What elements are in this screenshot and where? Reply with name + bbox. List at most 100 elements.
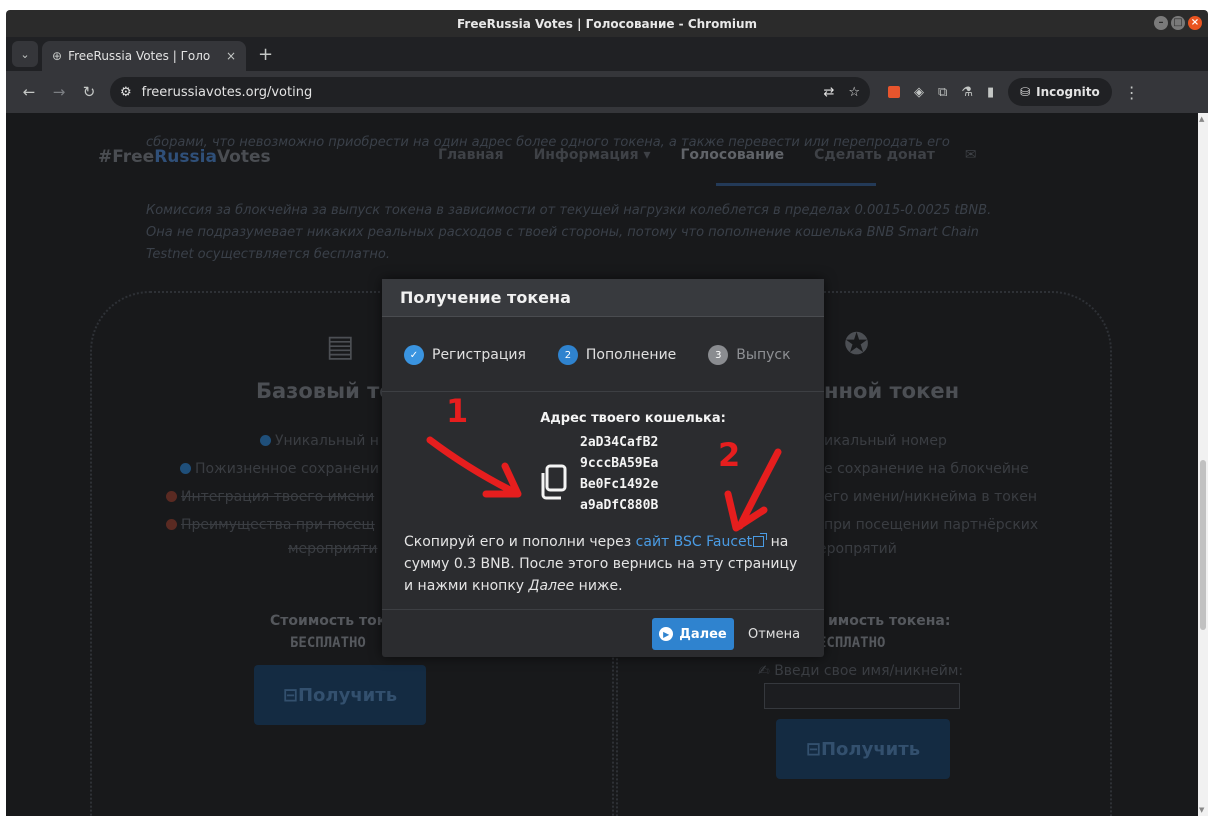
nav-home[interactable]: Главная [438, 147, 504, 163]
window-title: FreeRussia Votes | Голосование - Chromiu… [456, 16, 758, 31]
translate-icon[interactable]: ⇄ [823, 85, 834, 100]
maximize-icon[interactable]: □ [1171, 16, 1185, 30]
browser-tab[interactable]: ⊕ FreeRussia Votes | Голо × [42, 41, 246, 71]
close-window-icon[interactable]: × [1188, 16, 1202, 30]
page-scrollbar[interactable]: ▲ ▼ [1198, 113, 1208, 816]
bsc-faucet-link[interactable]: сайт BSC Faucet [636, 534, 752, 550]
left-feature-3: Интеграция твоего имени [166, 489, 374, 505]
site-settings-icon[interactable]: ⚙ [120, 85, 132, 100]
modal-title: Получение токена [382, 279, 824, 317]
name-input-label: ✍ Введи свое имя/никнейм: [758, 663, 964, 679]
left-feature-1: Уникальный н [260, 433, 379, 449]
scroll-thumb[interactable] [1200, 460, 1206, 630]
extension-icon[interactable] [888, 86, 900, 98]
left-feature-4: Преимущества при посещ [166, 517, 375, 533]
menu-kebab-icon[interactable]: ⋮ [1124, 83, 1140, 102]
right-feature-4: при посещении партнёрских [824, 517, 1039, 533]
nav-info[interactable]: Информация ▾ [534, 147, 651, 163]
mail-icon[interactable]: ✉ [965, 147, 977, 163]
window-titlebar: FreeRussia Votes | Голосование - Chromiu… [6, 10, 1208, 37]
nav-active-indicator [716, 183, 876, 186]
next-button[interactable]: ▶ Далее [652, 618, 734, 650]
step-registration: ✓ Регистрация [404, 345, 526, 365]
tab-strip: ⌄ ⊕ FreeRussia Votes | Голо × + [6, 37, 1208, 71]
cancel-button[interactable]: Отмена [748, 618, 800, 650]
get-named-token-button[interactable]: ⊟ Получить [776, 719, 950, 779]
extensions-area: ◈ ⧉ ⚗ ▮ [888, 85, 994, 100]
incognito-badge[interactable]: ⛁ Incognito [1008, 78, 1112, 106]
play-icon: ▶ [659, 627, 674, 641]
url-text: freerussiavotes.org/voting [141, 84, 313, 100]
vote-box-icon-2: ⊟ [805, 738, 821, 760]
get-basic-token-button[interactable]: ⊟ Получить [254, 665, 426, 725]
step-label: Пополнение [585, 347, 677, 363]
right-feature-1: икальный номер [824, 433, 947, 449]
fee-text-1: Комиссия за блокчейна за выпуск токена в… [146, 203, 992, 218]
wallet-address-line: a9aDfC880B [580, 498, 659, 513]
omnibox-actions: ⇄ ☆ [823, 85, 860, 100]
incognito-label: Incognito [1036, 85, 1100, 99]
copy-icon[interactable] [538, 464, 568, 500]
wallet-address-line: 2aD34CafB2 [580, 435, 659, 450]
right-feature-3: его имени/никнейма в токен [824, 489, 1038, 505]
modal-footer: ▶ Далее Отмена [382, 609, 824, 657]
lab-flask-icon[interactable]: ⚗ [961, 85, 973, 100]
window-controls: – □ × [1154, 16, 1202, 30]
page-viewport: сборами, что невозможно приобрести на од… [6, 113, 1198, 816]
basic-token-heading: Базовый то [256, 379, 394, 403]
signature-icon: ✍ [758, 663, 775, 679]
forward-icon[interactable]: → [44, 83, 74, 101]
minimize-icon[interactable]: – [1154, 16, 1168, 30]
name-input[interactable] [764, 683, 960, 709]
site-logo[interactable]: #FreeRussiaVotes [98, 147, 271, 167]
document-icon: ▤ [326, 329, 355, 364]
modal-instructions: Скопируй его и пополни через сайт BSC Fa… [404, 531, 804, 597]
address-bar[interactable]: ⚙ freerussiavotes.org/voting ⇄ ☆ [110, 77, 870, 107]
right-feature-4b: еропрятий [818, 541, 897, 557]
shield-extension-icon[interactable]: ◈ [914, 85, 924, 100]
step-number: 3 [708, 345, 729, 365]
stepper: ✓ Регистрация 2 Пополнение 3 Выпуск [382, 319, 824, 391]
named-token-heading: нной токен [824, 379, 960, 403]
site-nav: Главная Информация ▾ Голосование Сделать… [438, 147, 977, 163]
left-feature-4b: мероприяти [288, 541, 378, 557]
scroll-down-icon[interactable]: ▼ [1199, 806, 1204, 814]
tab-close-icon[interactable]: × [226, 49, 236, 63]
wallet-address: 2aD34CafB2 9cccBA59Ea Be0Fc1492e a9aDfC8… [580, 432, 658, 516]
annotation-marker-2: 2 [718, 436, 741, 474]
step-label: Регистрация [432, 347, 526, 363]
instruction-text-end: ниже. [574, 578, 623, 594]
nav-donate[interactable]: Сделать донат [814, 147, 935, 163]
tab-search-icon[interactable]: ⌄ [12, 41, 38, 67]
external-link-icon[interactable] [753, 533, 768, 547]
globe-icon: ⊕ [52, 49, 63, 63]
annotation-marker-1: 1 [446, 392, 469, 430]
brand-prefix: #Free [98, 147, 155, 167]
brand-mid: Russia [154, 147, 217, 167]
wallet-address-line: Be0Fc1492e [580, 477, 659, 492]
scroll-up-icon[interactable]: ▲ [1199, 115, 1204, 123]
browser-toolbar: ← → ↻ ⚙ freerussiavotes.org/voting ⇄ ☆ ◈… [6, 71, 1208, 113]
side-panel-icon[interactable]: ▮ [987, 85, 994, 100]
nav-voting[interactable]: Голосование [680, 147, 784, 163]
left-cost-value: БЕСПЛАТНО [290, 635, 366, 651]
wallet-address-line: 9cccBA59Ea [580, 456, 659, 471]
reload-icon[interactable]: ↻ [74, 83, 104, 101]
right-cost-value: ЕСПЛАТНО [818, 635, 886, 651]
left-cost-label: Стоимость ток [270, 613, 387, 629]
vote-box-icon: ⊟ [282, 684, 298, 706]
back-icon[interactable]: ← [14, 83, 44, 101]
brand-suffix: Votes [216, 147, 271, 167]
check-icon: ✓ [404, 345, 424, 365]
medal-icon: ✪ [844, 327, 870, 362]
incognito-icon: ⛁ [1020, 85, 1031, 99]
puzzle-extension-icon[interactable]: ⧉ [938, 85, 947, 100]
step-topup: 2 Пополнение [557, 345, 677, 365]
step-issue: 3 Выпуск [708, 345, 791, 365]
instruction-text: Скопируй его и пополни через [404, 534, 636, 550]
fee-text-3: Testnet осуществляется бесплатно. [146, 247, 390, 262]
tab-title: FreeRussia Votes | Голо [68, 49, 211, 63]
new-tab-icon[interactable]: + [258, 44, 273, 65]
fee-text-2: Она не подразумевает никаких реальных ра… [146, 225, 979, 240]
bookmark-star-icon[interactable]: ☆ [848, 85, 860, 100]
